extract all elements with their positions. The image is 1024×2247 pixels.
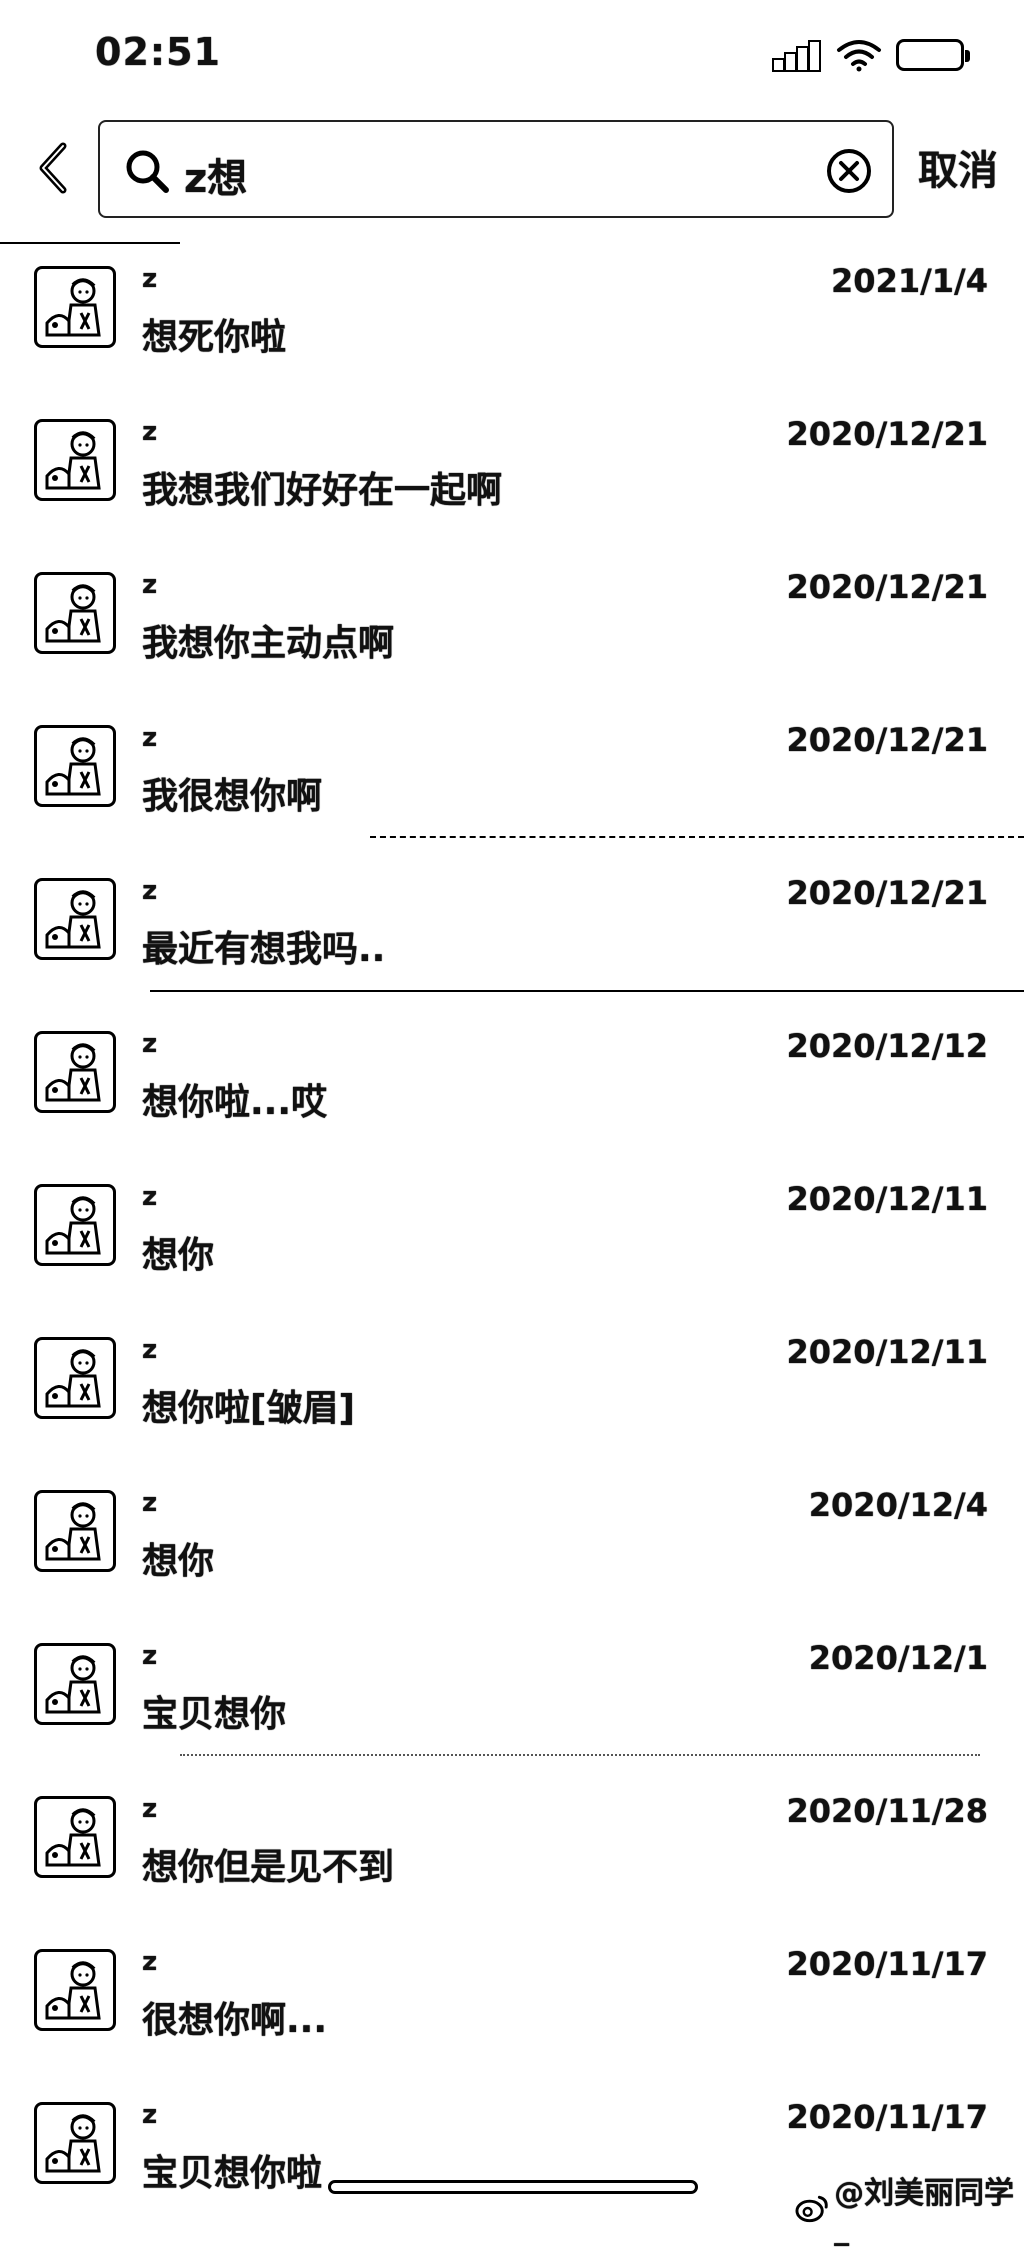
message-preview: 很想你啊... [142, 2000, 328, 2041]
contact-name: z [142, 264, 158, 294]
message-preview: 想你 [142, 1235, 215, 1276]
contact-name: z [142, 876, 158, 906]
cartoon-avatar-icon [34, 266, 116, 348]
message-preview: 我想你主动点啊 [142, 623, 395, 664]
message-date: 2020/12/1 [808, 1639, 988, 1677]
cartoon-avatar-icon [34, 572, 116, 654]
search-result-row[interactable]: z 2020/12/1 宝贝想你 [0, 1635, 1024, 1788]
cartoon-avatar-icon [34, 1949, 116, 2031]
search-results-list: z 2021/1/4 想死你啦 z 2020/12/21 我想我们好好在一起啊 [0, 258, 1024, 2247]
contact-name: z [142, 1794, 158, 1824]
cartoon-avatar-icon [34, 2102, 116, 2184]
message-date: 2020/12/4 [808, 1486, 988, 1524]
message-date: 2020/11/28 [786, 1792, 989, 1830]
weibo-logo-icon [795, 2195, 828, 2222]
cartoon-avatar-icon [34, 1796, 116, 1878]
back-button[interactable] [28, 138, 78, 198]
message-preview: 宝贝想你啦 [142, 2153, 323, 2194]
status-time: 02:51 [95, 30, 221, 74]
cartoon-avatar-icon [34, 1031, 116, 1113]
contact-name: z [142, 1947, 158, 1977]
message-preview: 想你啦...哎 [142, 1082, 328, 1123]
cartoon-avatar-icon [34, 878, 116, 960]
search-result-row[interactable]: z 2020/12/21 最近有想我吗.. [0, 870, 1024, 1023]
message-preview: 想你 [142, 1541, 215, 1582]
search-query[interactable]: z想 [184, 146, 247, 204]
search-result-row[interactable]: z 2020/12/11 想你 [0, 1176, 1024, 1329]
search-result-row[interactable]: z 2020/12/21 我很想你啊 [0, 717, 1024, 870]
message-date: 2020/12/21 [786, 721, 989, 759]
cartoon-avatar-icon [34, 1643, 116, 1725]
watermark: @刘美丽同学_ [795, 2168, 1024, 2247]
tab-underline [0, 242, 180, 244]
divider [180, 1754, 980, 1756]
cartoon-avatar-icon [34, 1490, 116, 1572]
message-preview: 宝贝想你 [142, 1694, 287, 1735]
search-result-row[interactable]: z 2020/12/12 想你啦...哎 [0, 1023, 1024, 1176]
contact-name: z [142, 1029, 158, 1059]
search-result-row[interactable]: z 2020/11/17 很想你啊... [0, 1941, 1024, 2094]
contact-name: z [142, 570, 158, 600]
search-result-row[interactable]: z 2020/12/21 我想我们好好在一起啊 [0, 411, 1024, 564]
signal-icon [772, 38, 822, 72]
message-preview: 我想我们好好在一起啊 [142, 470, 503, 511]
message-preview: 想死你啦 [142, 317, 287, 358]
contact-name: z [142, 723, 158, 753]
battery-icon [896, 39, 970, 71]
search-icon [126, 150, 169, 193]
contact-name: z [142, 1488, 158, 1518]
status-icons [772, 38, 970, 72]
divider [150, 990, 1024, 992]
contact-name: z [142, 2100, 158, 2130]
chevron-left-icon [39, 142, 67, 194]
message-date: 2020/12/11 [786, 1180, 989, 1218]
message-preview: 最近有想我吗.. [142, 929, 386, 970]
search-result-row[interactable]: z 2020/12/4 想你 [0, 1482, 1024, 1635]
cartoon-avatar-icon [34, 1337, 116, 1419]
message-date: 2020/12/21 [786, 415, 989, 453]
cartoon-avatar-icon [34, 1184, 116, 1266]
message-date: 2020/11/17 [786, 1945, 989, 1983]
contact-name: z [142, 417, 158, 447]
search-result-row[interactable]: z 2020/12/21 我想你主动点啊 [0, 564, 1024, 717]
message-date: 2020/12/21 [786, 568, 989, 606]
message-date: 2020/11/17 [786, 2098, 989, 2136]
message-preview: 我很想你啊 [142, 776, 323, 817]
message-preview: 想你但是见不到 [142, 1847, 395, 1888]
divider [370, 836, 1024, 838]
contact-name: z [142, 1641, 158, 1671]
contact-name: z [142, 1335, 158, 1365]
search-field[interactable]: z想 [98, 120, 894, 218]
search-result-row[interactable]: z 2020/11/28 想你但是见不到 [0, 1788, 1024, 1941]
home-indicator[interactable] [328, 2180, 698, 2194]
search-result-row[interactable]: z 2020/12/11 想你啦[皱眉] [0, 1329, 1024, 1482]
message-preview: 想你啦[皱眉] [142, 1388, 355, 1429]
wifi-icon [837, 40, 881, 72]
clear-search-icon[interactable] [824, 146, 874, 196]
search-result-row[interactable]: z 2021/1/4 想死你啦 [0, 258, 1024, 411]
cartoon-avatar-icon [34, 725, 116, 807]
search-header: z想 取消 [0, 110, 1024, 230]
message-date: 2020/12/12 [786, 1027, 989, 1065]
cartoon-avatar-icon [34, 419, 116, 501]
watermark-text: @刘美丽同学_ [834, 2176, 1015, 2247]
cancel-button[interactable]: 取消 [918, 138, 998, 196]
contact-name: z [142, 1182, 158, 1212]
message-date: 2020/12/21 [786, 874, 989, 912]
message-date: 2020/12/11 [786, 1333, 989, 1371]
message-date: 2021/1/4 [831, 262, 988, 300]
status-bar: 02:51 [0, 0, 1024, 110]
